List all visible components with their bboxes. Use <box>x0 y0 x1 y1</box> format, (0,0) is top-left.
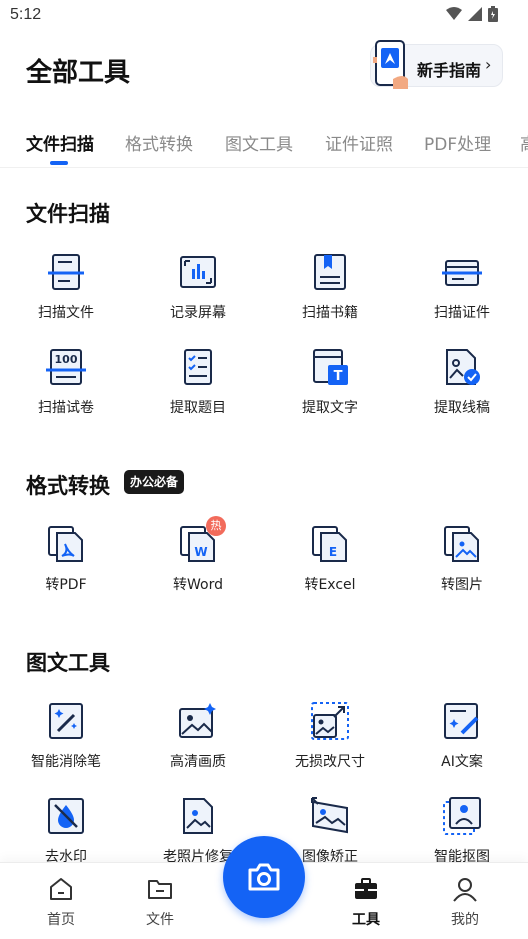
tab-pdf-processing[interactable]: PDF处理 <box>424 130 491 155</box>
toolbox-icon <box>355 878 377 899</box>
status-time: 5:12 <box>10 6 42 23</box>
hot-badge: 热 <box>206 516 226 536</box>
phone-guide-icon <box>373 40 408 89</box>
svg-text:W: W <box>194 545 207 559</box>
tool-extract-questions[interactable]: 提取题目 <box>143 347 253 417</box>
tool-resize-image[interactable]: 无损改尺寸 <box>275 701 385 771</box>
tool-to-word[interactable]: W 热 转Word <box>143 516 253 594</box>
nav-label: 首页 <box>47 912 75 928</box>
tool-label: 转PDF <box>45 577 87 593</box>
camera-icon <box>248 863 280 891</box>
tool-label: 扫描试卷 <box>38 400 94 416</box>
nav-label: 工具 <box>352 912 380 928</box>
scan-exam-paper-icon: 100 <box>46 347 86 387</box>
tool-extract-line-art[interactable]: 提取线稿 <box>407 347 517 417</box>
tool-label: AI文案 <box>441 754 483 770</box>
pdf-file-icon <box>46 524 86 564</box>
tool-label: 转Word <box>173 577 223 593</box>
tool-label: 扫描书籍 <box>302 305 358 321</box>
nav-item-files[interactable]: 文件 <box>120 875 200 929</box>
extract-text-icon: T <box>310 347 350 387</box>
remove-watermark-icon <box>46 796 86 836</box>
tool-scan-exam-paper[interactable]: 100 扫描试卷 <box>11 347 121 417</box>
tool-to-pdf[interactable]: 转PDF <box>11 524 121 594</box>
tool-scan-id-card[interactable]: 扫描证件 <box>407 252 517 322</box>
tool-label: 转图片 <box>441 577 483 593</box>
nav-label: 我的 <box>451 912 479 928</box>
tool-smart-cutout[interactable]: 智能抠图 <box>407 796 517 866</box>
tool-label: 扫描文件 <box>38 305 94 321</box>
svg-text:T: T <box>334 369 343 384</box>
excel-file-icon: E <box>310 524 350 564</box>
section-title-scan: 文件扫描 <box>26 202 110 226</box>
word-file-icon: W 热 <box>178 516 226 564</box>
tool-to-image[interactable]: 转图片 <box>407 524 517 594</box>
tool-label: 高清画质 <box>170 754 226 770</box>
status-icons <box>446 6 498 22</box>
nav-item-home[interactable]: 首页 <box>21 875 101 929</box>
old-photo-restore-icon <box>178 796 218 836</box>
svg-text:E: E <box>329 545 337 559</box>
tab-active-indicator <box>50 161 68 165</box>
tool-label: 提取线稿 <box>434 400 490 416</box>
category-tabs: 文件扫描 格式转换 图文工具 证件证照 PDF处理 高 <box>0 122 528 168</box>
camera-scan-button[interactable] <box>223 836 305 918</box>
extract-questions-icon <box>178 347 218 387</box>
tab-id-photos[interactable]: 证件证照 <box>325 130 393 155</box>
tool-label: 提取文字 <box>302 400 358 416</box>
wifi-icon <box>446 7 462 20</box>
tool-scan-document[interactable]: 扫描文件 <box>11 252 121 322</box>
image-correction-icon <box>310 796 350 836</box>
nav-item-tools[interactable]: 工具 <box>326 875 406 929</box>
tool-label: 无损改尺寸 <box>295 754 365 770</box>
scan-id-card-icon <box>442 252 482 292</box>
nav-item-profile[interactable]: 我的 <box>425 875 505 929</box>
resize-image-icon <box>310 701 350 741</box>
tool-label: 转Excel <box>304 577 356 593</box>
tool-to-excel[interactable]: E 转Excel <box>275 524 385 594</box>
tool-label: 智能消除笔 <box>31 754 101 770</box>
tab-format-convert[interactable]: 格式转换 <box>125 130 193 155</box>
nav-label: 文件 <box>146 912 174 928</box>
record-screen-icon <box>178 252 218 292</box>
tool-scan-book[interactable]: 扫描书籍 <box>275 252 385 322</box>
beginner-guide-button[interactable]: 新手指南 › <box>370 40 503 89</box>
folder-icon <box>148 880 172 899</box>
chevron-right-icon: › <box>485 55 492 74</box>
battery-icon <box>488 6 498 22</box>
tab-file-scan[interactable]: 文件扫描 <box>26 130 94 155</box>
guide-label: 新手指南 <box>417 61 482 80</box>
profile-icon <box>453 878 477 902</box>
signal-icon <box>468 7 482 21</box>
tool-hd-image[interactable]: 高清画质 <box>143 701 253 771</box>
tab-image-text-tools[interactable]: 图文工具 <box>225 130 293 155</box>
page-title: 全部工具 <box>26 58 131 88</box>
tool-label: 扫描证件 <box>434 305 490 321</box>
scan-document-icon <box>46 252 86 292</box>
tool-extract-text[interactable]: T 提取文字 <box>275 347 385 417</box>
smart-cutout-icon <box>442 796 482 836</box>
tool-magic-eraser[interactable]: 智能消除笔 <box>11 701 121 771</box>
home-icon <box>50 878 72 900</box>
status-bar: 5:12 <box>0 0 528 32</box>
scan-book-icon <box>310 252 350 292</box>
tool-record-screen[interactable]: 记录屏幕 <box>143 252 253 322</box>
tool-remove-watermark[interactable]: 去水印 <box>11 796 121 866</box>
office-essential-badge: 办公必备 <box>124 470 185 494</box>
tool-label: 提取题目 <box>170 400 226 416</box>
section-title-image: 图文工具 <box>26 651 110 675</box>
magic-eraser-icon <box>46 701 86 741</box>
tool-label: 记录屏幕 <box>170 305 226 321</box>
extract-line-art-icon <box>442 347 482 387</box>
image-file-icon <box>442 524 482 564</box>
hd-image-icon <box>178 701 218 741</box>
section-title-convert: 格式转换 <box>26 474 110 498</box>
tab-more[interactable]: 高 <box>520 130 528 155</box>
ai-copywriting-icon <box>442 701 482 741</box>
svg-text:100: 100 <box>55 353 78 366</box>
tool-ai-copywriting[interactable]: AI文案 <box>407 701 517 771</box>
